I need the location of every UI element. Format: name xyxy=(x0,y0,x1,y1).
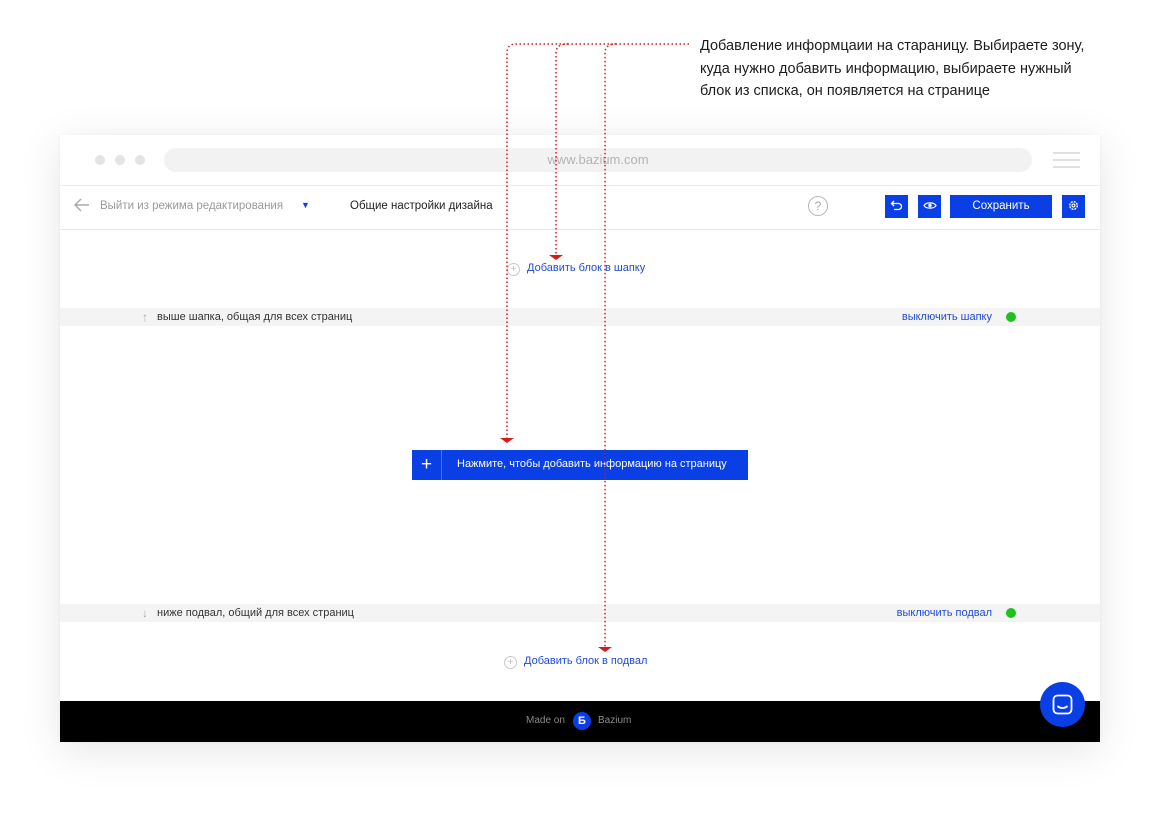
site-footer: Made on Б Bazium xyxy=(60,701,1100,742)
help-icon[interactable]: ? xyxy=(808,196,828,216)
add-footer-block-label: Добавить блок в подвал xyxy=(524,655,648,667)
footer-status-indicator xyxy=(1006,608,1016,618)
back-arrow-icon[interactable] xyxy=(74,198,90,212)
disable-footer-link[interactable]: выключить подвал xyxy=(897,604,992,622)
brand-name[interactable]: Bazium xyxy=(598,715,631,726)
plus-circle-icon: + xyxy=(507,263,520,276)
bazium-logo-icon[interactable]: Б xyxy=(573,712,591,730)
browser-bar: www.bazium.com xyxy=(60,135,1100,186)
footer-zone-band: ↓ ниже подвал, общий для всех страниц вы… xyxy=(60,604,1100,622)
chat-icon xyxy=(1052,694,1073,715)
editor-toolbar: Выйти из режима редактирования ▼ Общие н… xyxy=(60,186,1100,230)
add-footer-block-button[interactable]: + Добавить блок в подвал xyxy=(504,655,647,669)
annotation-line: блок из списка, он появляется на страниц… xyxy=(700,83,990,99)
arrow-down-icon: ↓ xyxy=(142,606,148,620)
add-info-button[interactable]: + Нажмите, чтобы добавить информацию на … xyxy=(412,450,748,480)
arrow-up-icon: ↑ xyxy=(142,310,148,324)
header-zone-label: выше шапка, общая для всех страниц xyxy=(157,311,353,323)
plus-circle-icon: + xyxy=(504,656,517,669)
window-dot xyxy=(95,155,105,165)
footer-zone-label: ниже подвал, общий для всех страниц xyxy=(157,607,354,619)
menu-icon[interactable] xyxy=(1053,152,1080,173)
window-dot xyxy=(115,155,125,165)
add-info-label: Нажмите, чтобы добавить информацию на ст… xyxy=(457,458,727,470)
eye-icon xyxy=(922,202,937,209)
disable-header-link[interactable]: выключить шапку xyxy=(902,308,992,326)
gear-icon xyxy=(1069,201,1078,210)
made-on-text: Made on xyxy=(526,715,565,726)
add-header-block-label: Добавить блок в шапку xyxy=(527,262,646,274)
dropdown-caret-icon[interactable]: ▼ xyxy=(301,200,310,210)
add-header-block-button[interactable]: + Добавить блок в шапку xyxy=(507,262,645,276)
address-bar[interactable]: www.bazium.com xyxy=(164,148,1032,172)
header-zone-band: ↑ выше шапка, общая для всех страниц вык… xyxy=(60,308,1100,326)
chat-button[interactable] xyxy=(1040,682,1085,727)
save-button[interactable]: Сохранить xyxy=(950,195,1052,218)
browser-window: www.bazium.com Выйти из режима редактиро… xyxy=(60,135,1100,742)
undo-button[interactable] xyxy=(885,195,908,218)
annotation-line: Добавление информцаии на стараницу. Выби… xyxy=(700,38,1085,54)
window-dot xyxy=(135,155,145,165)
undo-icon xyxy=(890,200,903,211)
preview-button[interactable] xyxy=(918,195,941,218)
settings-button[interactable] xyxy=(1062,195,1085,218)
annotation-text: Добавление информцаии на стараницу. Выби… xyxy=(700,35,1120,103)
design-settings-link[interactable]: Общие настройки дизайна xyxy=(350,200,493,212)
header-status-indicator xyxy=(1006,312,1016,322)
plus-icon: + xyxy=(412,450,442,480)
exit-edit-mode-link[interactable]: Выйти из режима редактирования xyxy=(100,200,283,212)
annotation-line: куда нужно добавить информацию, выбирает… xyxy=(700,60,1072,77)
